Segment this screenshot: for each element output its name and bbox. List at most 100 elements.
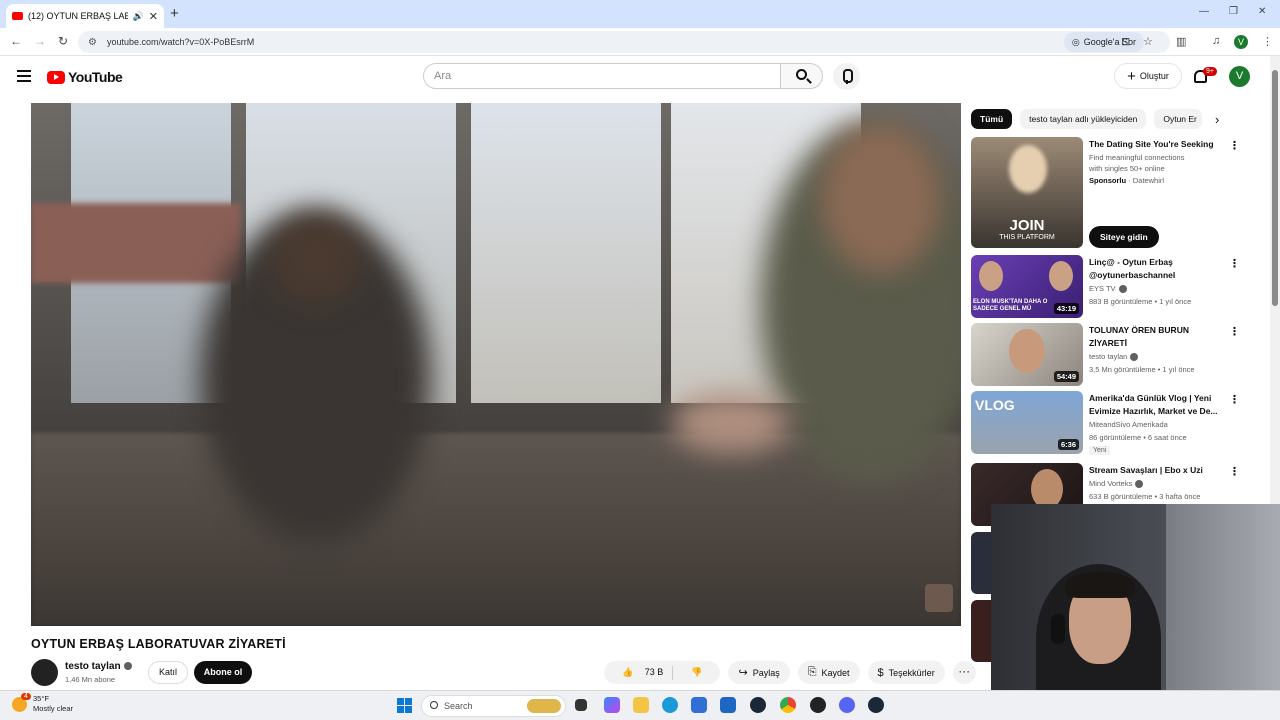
scrollbar-thumb[interactable]	[1272, 70, 1278, 306]
rec-title[interactable]: Stream Savaşları | Ebo x Uzi	[1089, 464, 1224, 477]
file-explorer-icon[interactable]	[633, 697, 649, 713]
list-item[interactable]: VLOG 6:36 Amerika'da Günlük Vlog | Yeni …	[971, 391, 1266, 461]
sponsored-ad[interactable]: JOIN THIS PLATFORM The Dating Site You'r…	[971, 137, 1266, 252]
close-tab-icon[interactable]: ✕	[149, 10, 158, 23]
video-player[interactable]	[31, 103, 961, 626]
duration-badge: 43:19	[1053, 303, 1079, 314]
chrome-profile-avatar[interactable]: V	[1234, 35, 1248, 49]
logo-text: YouTube	[68, 69, 123, 85]
channel-watermark[interactable]	[925, 584, 953, 612]
subscribe-button[interactable]: Abone ol	[194, 661, 252, 684]
weather-widget[interactable]: 4 35°F Mostly clear	[12, 692, 73, 714]
video-frame-window	[471, 103, 661, 403]
windows-start-icon[interactable]	[397, 698, 412, 713]
list-item[interactable]: 54:49 TOLUNAY ÖREN BURUN ZİYARETİ testo …	[971, 323, 1266, 387]
chevron-right-icon[interactable]: ›	[1215, 112, 1219, 127]
chip-all[interactable]: Tümü	[971, 109, 1013, 129]
close-window-icon[interactable]: ✕	[1258, 6, 1266, 17]
steam-icon[interactable]	[750, 697, 766, 713]
rec-channel[interactable]: Mind Vorteks	[1089, 479, 1144, 489]
chip-from-uploader[interactable]: testo taylan adlı yükleyiciden	[1020, 109, 1147, 129]
like-button[interactable]: 👍 73 B	[604, 667, 672, 678]
more-actions-button[interactable]: ···	[952, 661, 976, 684]
speaker-icon[interactable]: 🔊	[133, 11, 144, 22]
install-icon[interactable]: ⊡	[1121, 35, 1130, 48]
dislike-button[interactable]: 👎	[673, 667, 720, 678]
ad-thumbnail[interactable]: JOIN THIS PLATFORM	[971, 137, 1083, 248]
back-icon[interactable]: ←	[10, 34, 22, 48]
voice-search-icon[interactable]	[833, 63, 860, 90]
minimize-icon[interactable]: —	[1199, 6, 1209, 17]
save-button[interactable]: ⎘ Kaydet	[797, 661, 860, 684]
rec-title[interactable]: TOLUNAY ÖREN BURUN ZİYARETİ	[1089, 324, 1199, 350]
list-item[interactable]: ELON MUSK'TAN DAHA O SADECE GENEL MÜ 43:…	[971, 255, 1266, 319]
url-bar[interactable]: ⚙ youtube.com/watch?v=0X-PoBEsrrM	[78, 31, 1170, 53]
search-button[interactable]	[780, 63, 823, 89]
url-text: youtube.com/watch?v=0X-PoBEsrrM	[106, 37, 255, 47]
site-info-icon[interactable]: ⚙	[88, 37, 97, 48]
rec-channel[interactable]: testo taylan	[1089, 352, 1139, 362]
chip-oytun[interactable]: Oytun Er	[1154, 109, 1203, 129]
more-options-icon[interactable]: ⋮	[1229, 257, 1240, 270]
bookmark-star-icon[interactable]: ☆	[1143, 35, 1153, 48]
taskbar-search-label: Search	[444, 701, 473, 711]
ad-title[interactable]: The Dating Site You're Seeking	[1089, 138, 1224, 151]
ad-thumb-subtext: THIS PLATFORM	[999, 234, 1055, 241]
thanks-button[interactable]: $ Teşekkürler	[867, 661, 945, 684]
youtube-favicon-icon	[12, 12, 23, 20]
account-avatar[interactable]: V	[1229, 66, 1250, 87]
webcam-person-hair	[1065, 572, 1135, 598]
video-frame-head-left	[271, 213, 361, 303]
rec-title[interactable]: Amerika'da Günlük Vlog | Yeni Evimize Ha…	[1089, 392, 1224, 418]
video-thumbnail[interactable]	[971, 600, 991, 662]
store-icon[interactable]	[691, 697, 707, 713]
chrome-icon[interactable]	[780, 697, 796, 713]
thumb-face	[1031, 469, 1063, 509]
subscriber-count: 1,46 Mn abone	[65, 675, 116, 684]
video-thumbnail[interactable]: ELON MUSK'TAN DAHA O SADECE GENEL MÜ 43:…	[971, 255, 1083, 318]
new-tab-icon[interactable]: +	[170, 5, 179, 22]
search-icon	[430, 701, 438, 709]
youtube-logo[interactable]: YouTube	[47, 69, 123, 85]
vpn-icon[interactable]	[720, 697, 736, 713]
rec-channel[interactable]: MiteandSivo Amerikada	[1089, 420, 1168, 429]
search-input[interactable]: Ara	[423, 63, 781, 89]
browser-tab[interactable]: (12) OYTUN ERBAŞ LABORATUVAR ZİYARETİ - …	[6, 4, 164, 28]
video-thumbnail[interactable]: 54:49	[971, 323, 1083, 386]
more-options-icon[interactable]: ⋮	[1229, 393, 1240, 406]
media-control-icon[interactable]: ♫	[1212, 35, 1220, 47]
chrome-menu-icon[interactable]: ⋮	[1262, 35, 1273, 48]
side-panel-icon[interactable]: ▥	[1176, 35, 1186, 48]
hamburger-menu-icon[interactable]	[17, 70, 31, 82]
copilot-icon[interactable]	[604, 697, 620, 713]
more-options-icon[interactable]: ⋮	[1229, 465, 1240, 478]
weather-text: 35°F Mostly clear	[33, 694, 73, 714]
forward-icon[interactable]: →	[34, 34, 46, 48]
taskbar-search[interactable]: Search	[421, 695, 566, 717]
channel-avatar[interactable]	[31, 659, 58, 686]
share-button[interactable]: ↪ Paylaş	[728, 661, 790, 684]
weather-sun-icon: 4	[12, 692, 31, 712]
visit-site-button[interactable]: Siteye gidin	[1089, 226, 1159, 248]
verified-icon	[1135, 480, 1144, 489]
channel-name[interactable]: testo taylan	[65, 661, 132, 672]
join-button[interactable]: Katıl	[148, 661, 188, 684]
rec-meta: 633 B görüntüleme • 3 hafta önce	[1089, 492, 1201, 501]
google-ask-button[interactable]: ◎ Google'a Sor	[1063, 32, 1144, 52]
video-thumbnail[interactable]	[971, 532, 991, 594]
discord-icon[interactable]	[839, 697, 855, 713]
advertiser-name: Datewhirl	[1132, 176, 1165, 185]
more-options-icon[interactable]: ⋮	[1229, 325, 1240, 338]
task-view-icon[interactable]	[575, 699, 587, 711]
video-thumbnail[interactable]: VLOG 6:36	[971, 391, 1083, 454]
youtube-header: YouTube Ara + Oluştur 9+ V	[0, 56, 1270, 100]
edge-icon[interactable]	[662, 697, 678, 713]
obs-icon[interactable]	[810, 697, 826, 713]
more-options-icon[interactable]: ⋮	[1229, 139, 1240, 152]
rec-title[interactable]: Linç@ - Oytun Erbaş @oytunerbaschannel	[1089, 256, 1219, 282]
reload-icon[interactable]: ↻	[58, 34, 68, 48]
maximize-icon[interactable]: ❐	[1229, 6, 1238, 17]
create-button[interactable]: + Oluştur	[1114, 63, 1182, 89]
steam-icon[interactable]	[868, 697, 884, 713]
rec-channel[interactable]: EYS TV	[1089, 284, 1127, 294]
